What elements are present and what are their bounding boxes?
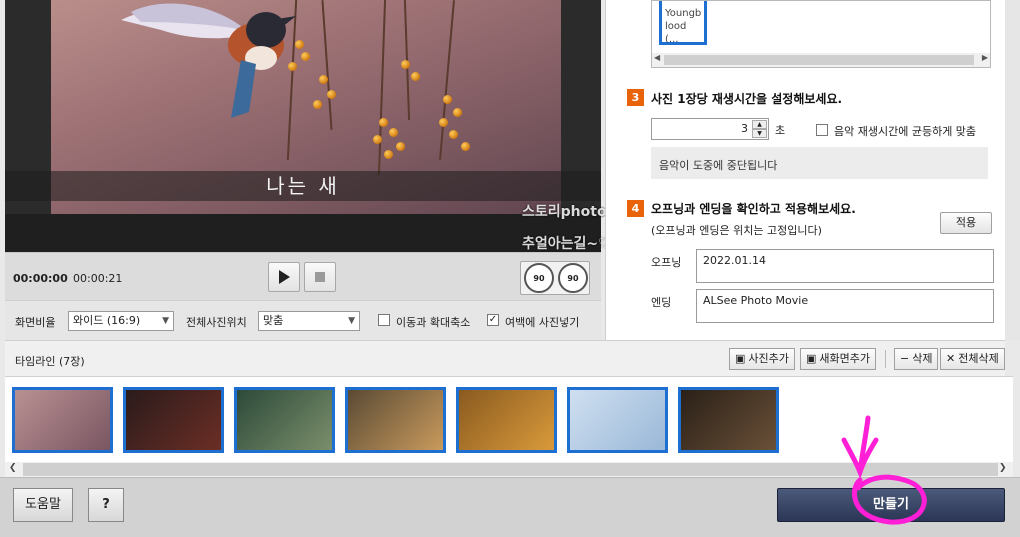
minus-icon: − [900, 352, 910, 365]
watermark: 스토리photo 추얼아는길~♡ [522, 196, 611, 260]
chevron-down-icon: ▼ [348, 316, 355, 326]
zoom-label: 이동과 확대축소 [396, 316, 471, 329]
music-item-line-1: Youngb [665, 8, 702, 19]
timeline-title: 타임라인 (7장) [15, 355, 85, 368]
preview-caption: 나는 새 [266, 174, 340, 198]
timeline-header: 타임라인 (7장) ▣ 사진추가 ▣ 새화면추가 − 삭제 ✕ 전체삭제 [5, 340, 1005, 376]
step-4-number: 4 [627, 200, 644, 217]
aspect-select[interactable]: 와이드 (16:9) ▼ [68, 311, 174, 331]
music-hscroll[interactable]: ◀ ▶ [652, 53, 990, 67]
player-controls: 00:00:00 00:00:21 90 90 [5, 252, 601, 300]
aspect-select-value: 와이드 (16:9) [73, 314, 141, 327]
delete-all-button[interactable]: ✕ 전체삭제 [940, 348, 1005, 370]
rotate-left-icon: 90 [533, 273, 545, 283]
apply-button[interactable]: 적용 [940, 212, 992, 234]
play-button[interactable] [268, 262, 300, 292]
add-photo-label: 사진추가 [748, 352, 789, 365]
music-list: Youngb lood (... ◀ ▶ [651, 0, 991, 68]
scroll-left-icon[interactable]: ◀ [654, 53, 660, 62]
stepper-up-icon[interactable]: ▲ [752, 120, 767, 129]
ending-label: 엔딩 [651, 296, 672, 309]
step-3-number: 3 [627, 89, 644, 106]
position-select[interactable]: 맞춤 ▼ [258, 311, 360, 331]
zoom-checkbox[interactable] [378, 314, 390, 326]
position-select-value: 맞춤 [263, 314, 284, 327]
photo-preview [5, 0, 601, 252]
image-add-icon: ▣ [735, 352, 746, 365]
scroll-left-icon[interactable]: ❮ [9, 463, 17, 473]
add-screen-button[interactable]: ▣ 새화면추가 [800, 348, 877, 370]
timeline-thumbnail[interactable] [567, 387, 668, 453]
music-item[interactable]: Youngb lood (... [659, 1, 707, 45]
notice-box: 음악이 도중에 중단됩니다 [651, 147, 988, 179]
annotation-arrow-circle [841, 415, 927, 525]
step-4-subtitle: (오프닝과 엔딩은 위치는 고정입니다) [651, 224, 822, 237]
screen-add-icon: ▣ [806, 352, 817, 365]
right-panel: Youngb lood (... ◀ ▶ 3 사진 1장당 재생시간을 설정해보… [605, 0, 1005, 340]
chevron-down-icon: ▼ [162, 316, 169, 326]
opening-label: 오프닝 [651, 256, 682, 269]
timeline-thumbnail[interactable] [345, 387, 446, 453]
timeline-thumbnail[interactable] [678, 387, 779, 453]
fill-checkbox[interactable]: ✓ [487, 314, 499, 326]
watermark-line-1: 스토리photo [522, 204, 607, 220]
scroll-right-icon[interactable]: ❯ [999, 463, 1007, 473]
seconds-value: 3 [741, 122, 748, 135]
bird-image [121, 3, 296, 118]
current-time: 00:00:00 [13, 272, 68, 285]
timeline-thumbnail[interactable] [12, 387, 113, 453]
stop-button[interactable] [304, 262, 336, 292]
step-3-title: 사진 1장당 재생시간을 설정해보세요. [651, 92, 843, 106]
close-icon: ✕ [946, 352, 956, 365]
question-button[interactable]: ? [88, 488, 124, 522]
add-screen-label: 새화면추가 [819, 352, 871, 365]
seconds-unit: 초 [775, 124, 786, 137]
notice-text: 음악이 도중에 중단됩니다 [659, 159, 778, 172]
play-icon [279, 270, 290, 284]
ending-value: ALSee Photo Movie [703, 294, 809, 307]
help-button[interactable]: 도움말 [13, 488, 73, 522]
delete-all-label: 전체삭제 [958, 352, 999, 365]
right-panel-scrollbar[interactable] [1005, 0, 1020, 340]
add-photo-button[interactable]: ▣ 사진추가 [729, 348, 795, 370]
opening-value: 2022.01.14 [703, 254, 766, 267]
total-time: 00:00:21 [73, 272, 123, 285]
rotate-right-button[interactable]: 90 [558, 263, 588, 293]
stop-icon [315, 272, 325, 282]
step-4-title: 오프닝과 엔딩을 확인하고 적용해보세요. [651, 202, 856, 216]
rotate-right-icon: 90 [567, 273, 579, 283]
settings-row: 화면비율 와이드 (16:9) ▼ 전체사진위치 맞춤 ▼ 이동과 확대축소 ✓… [5, 300, 601, 340]
stepper-down-icon[interactable]: ▼ [752, 129, 767, 138]
opening-field[interactable]: 2022.01.14 [696, 249, 994, 283]
timeline-thumbnail[interactable] [456, 387, 557, 453]
music-item-line-2: lood (... [665, 21, 687, 45]
timeline-thumbnail[interactable] [123, 387, 224, 453]
even-label: 음악 재생시간에 균등하게 맞춤 [834, 125, 977, 138]
seconds-stepper[interactable]: 3 ▲ ▼ [651, 118, 769, 140]
scroll-right-icon[interactable]: ▶ [982, 53, 988, 62]
even-checkbox[interactable] [816, 124, 828, 136]
delete-button[interactable]: − 삭제 [894, 348, 939, 370]
delete-label: 삭제 [912, 352, 933, 365]
rotate-left-button[interactable]: 90 [524, 263, 554, 293]
position-label: 전체사진위치 [186, 316, 247, 329]
fill-label: 여백에 사진넣기 [505, 316, 580, 329]
timeline-thumbnail[interactable] [234, 387, 335, 453]
aspect-label: 화면비율 [15, 316, 56, 329]
ending-field[interactable]: ALSee Photo Movie [696, 289, 994, 323]
